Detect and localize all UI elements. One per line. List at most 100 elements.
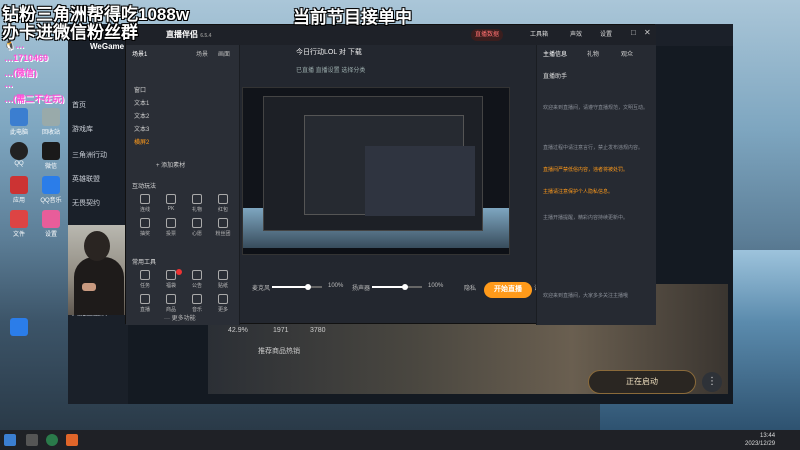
tool-link[interactable]: 连线 (132, 191, 158, 215)
stream-header: 直播伴侣 6.5.4 直播数据 工具箱 声效 设置 ✕ □ (126, 25, 656, 45)
desktop-icon-1[interactable]: 此电脑 (4, 108, 34, 136)
overlay-contact-lines: 🐧… …1710469 …(微信) … …(需二不在玩) (4, 40, 134, 105)
tool-goods[interactable]: 商品 (158, 291, 184, 315)
more-menu-button[interactable]: ⋮ (702, 372, 722, 392)
scene-item[interactable]: 窗口 (134, 85, 146, 94)
start-live-button[interactable]: 开始直播 (484, 282, 532, 298)
speaker-slider[interactable] (372, 284, 422, 290)
room-title[interactable]: 今日行动LOL 对 下载 (296, 47, 362, 57)
speaker-slider-knob[interactable] (401, 284, 408, 290)
tool-notice[interactable]: 公告 (184, 267, 210, 291)
preview-taskbar (243, 248, 509, 254)
wegame-stat: 42.9% (228, 327, 248, 334)
overlay-contact-line: …1710469 (4, 53, 49, 63)
desktop-icon-3[interactable]: QQ (4, 142, 34, 167)
mic-slider-fill (272, 286, 308, 288)
assistant-text: 直播过程中请注意言行，禁止发布违规内容。 (543, 145, 644, 151)
section-interactive: 互动玩法 (132, 184, 157, 190)
start-icon[interactable] (4, 434, 16, 446)
desktop-icon-8[interactable]: 设置 (36, 210, 66, 238)
bottom-privacy[interactable]: 隐私 (464, 283, 476, 292)
speaker-value: 100% (428, 283, 444, 289)
tab-audience[interactable]: 观众 (621, 49, 633, 58)
tool-gift[interactable]: 礼物 (184, 191, 210, 215)
speaker-label: 扬声器 (352, 286, 371, 292)
overlay-contact-line: 🐧… (4, 40, 25, 50)
tool-lottery[interactable]: 抽奖 (132, 215, 158, 239)
header-chip-data[interactable]: 直播数据 (471, 29, 504, 41)
room-info: 已直播 直播设置 选择分类 (296, 68, 366, 74)
search-icon[interactable] (26, 434, 38, 446)
tab-host-info[interactable]: 主播信息 (543, 49, 567, 58)
assistant-warning: 主播请注意保护个人隐私信息。 (543, 189, 614, 195)
overlay-contact-line: … (4, 79, 13, 89)
mic-value: 100% (328, 283, 344, 289)
desktop-icon-7[interactable]: 文件 (4, 210, 34, 238)
tab-scene1[interactable]: 场景1 (132, 49, 147, 58)
tool-pk[interactable]: PK (158, 191, 184, 215)
more-tools-link[interactable]: ··· 更多功能 (164, 313, 196, 322)
desktop-icon-6[interactable]: QQ音乐 (36, 176, 66, 204)
overlay-contact-line: …(需二不在玩) (4, 94, 64, 104)
tool-wish[interactable]: 心愿 (184, 215, 210, 239)
maximize-icon[interactable]: □ (631, 28, 636, 37)
streamer-head (84, 231, 110, 261)
close-icon[interactable]: ✕ (644, 28, 651, 37)
clock-time: 13:44 (760, 433, 776, 439)
assistant-text: 欢迎来到直播间，请遵守直播规范，文明互动。 (543, 105, 649, 111)
scene-item-active[interactable]: 横屏2 (134, 137, 149, 146)
scene-item[interactable]: 文本1 (134, 98, 149, 107)
taskbar: 13:44 2023/12/29 (0, 430, 800, 450)
interactive-tools: 连线 PK 礼物 红包 抽奖 投票 心愿 粉丝团 (132, 191, 236, 239)
notification-dot (176, 269, 182, 275)
clock-date: 2023/12/29 (745, 441, 776, 447)
desktop-icon-5[interactable]: 应用 (4, 176, 34, 204)
mic-slider[interactable] (272, 284, 322, 290)
mic-slider-knob[interactable] (305, 284, 311, 290)
tool-live[interactable]: 直播 (132, 291, 158, 315)
wegame-stat: 1971 (273, 327, 289, 334)
launch-game-button[interactable]: 正在启动 (588, 370, 696, 394)
wegame-nav-item[interactable]: 游戏库 (72, 124, 93, 134)
add-source-button[interactable]: + 添加素材 (156, 160, 185, 169)
wegame-nav-item[interactable]: 英雄联盟 (72, 174, 100, 184)
assistant-footer: 欢迎来到直播间，大家多多关注主播哦 (543, 293, 629, 299)
tab-gifts[interactable]: 礼物 (587, 49, 599, 58)
preview-nested-window (263, 96, 483, 231)
desktop-icon-2[interactable]: 回收站 (36, 108, 66, 136)
mic-label: 麦克风 (252, 286, 271, 292)
assistant-text: 主播开播提醒，精彩内容持续更新中。 (543, 215, 629, 221)
browser-icon[interactable] (46, 434, 58, 446)
wegame-nav-item[interactable]: 三角洲行动 (72, 150, 107, 160)
stream-app-window: 直播伴侣 6.5.4 直播数据 工具箱 声效 设置 ✕ □ 今日行动LOL 对 … (125, 24, 656, 325)
taskbar-clock[interactable]: 13:44 2023/12/29 (745, 432, 775, 448)
tab-canvas[interactable]: 画面 (218, 49, 230, 58)
tool-redpacket[interactable]: 红包 (210, 191, 236, 215)
wegame-bottom-text: 推荐商品热销 (258, 348, 300, 355)
assistant-title: 直播助手 (543, 74, 568, 80)
wegame-nav-item[interactable]: 无畏契约 (72, 198, 100, 208)
header-chip-settings[interactable]: 设置 (596, 29, 616, 41)
tool-fans[interactable]: 粉丝团 (210, 215, 236, 239)
stream-app-icon[interactable] (66, 434, 78, 446)
tool-more[interactable]: 更多 (210, 291, 236, 315)
overlay-status-text: 当前节目接单中 (293, 8, 412, 27)
tool-music[interactable]: 音乐 (184, 291, 210, 315)
header-chip-tools[interactable]: 工具箱 (526, 29, 552, 41)
preview-nested-window-3 (365, 146, 475, 216)
scene-item[interactable]: 文本2 (134, 111, 149, 120)
scene-item[interactable]: 文本3 (134, 124, 149, 133)
preview-nested-window-2 (304, 115, 475, 216)
speaker-slider-fill (372, 286, 405, 288)
header-chip-sound[interactable]: 声效 (566, 29, 586, 41)
tool-sticker[interactable]: 贴纸 (210, 267, 236, 291)
tool-vote[interactable]: 投票 (158, 215, 184, 239)
desktop-icon-4[interactable]: 微信 (36, 142, 66, 170)
wegame-stat: 3780 (310, 327, 326, 334)
tool-task[interactable]: 任务 (132, 267, 158, 291)
stream-preview[interactable] (242, 87, 510, 255)
tab-scene[interactable]: 场景 (196, 49, 208, 58)
overlay-contact-line: …(微信) (4, 68, 37, 78)
desktop-icon-9[interactable] (4, 318, 34, 337)
scene-panel: 场景1 场景 画面 窗口 文本1 文本2 文本3 横屏2 + 添加素材 互动玩法… (126, 45, 240, 325)
